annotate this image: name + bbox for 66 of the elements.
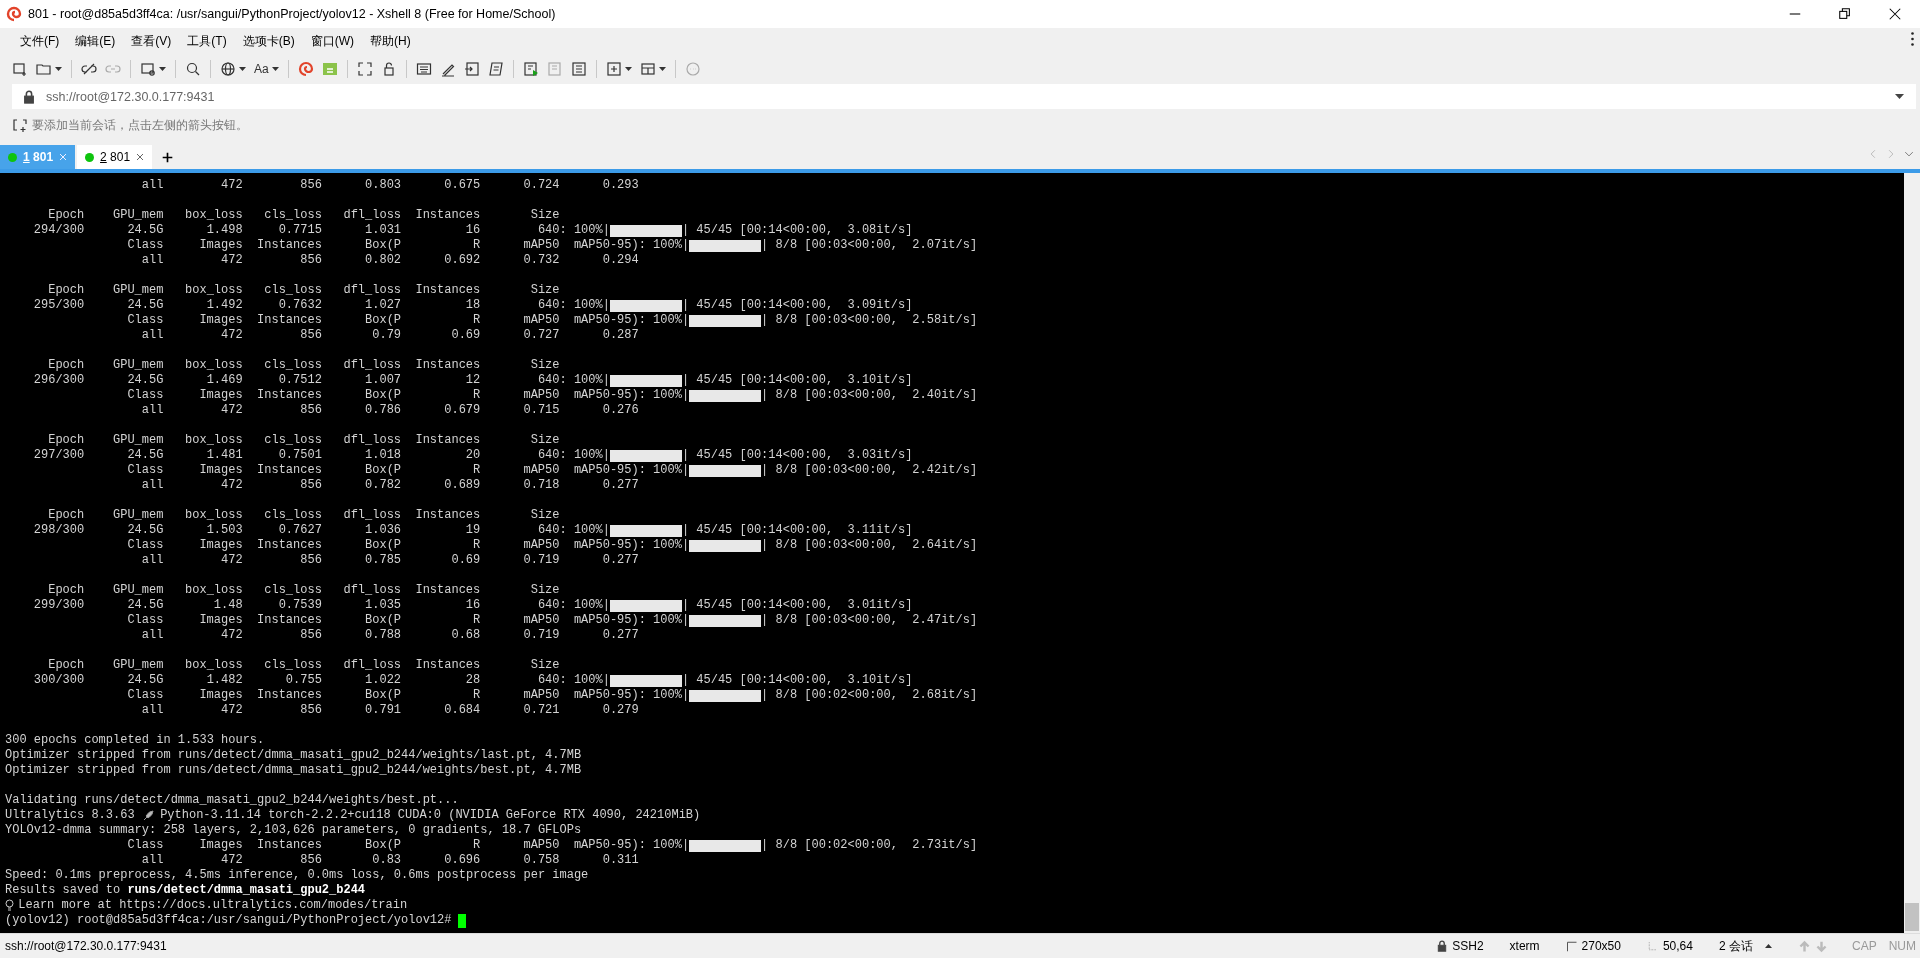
terminal-line: Results saved to runs/detect/dmma_masati_gpu2_b244 bbox=[5, 883, 366, 898]
terminal-line: all 472 856 0.782 0.689 0.718 0.277 bbox=[141, 478, 639, 493]
terminal-line: all 472 856 0.791 0.684 0.721 0.279 bbox=[141, 703, 639, 718]
terminal-line: Class Images Instances Box(P R mAP50 mAP50-95): 100%| bbox=[127, 238, 690, 253]
terminal-line: Optimizer stripped from runs/detect/dmma_masati_gpu2_b244/weights/best.pt, 4.7MB bbox=[5, 763, 582, 778]
key-indicator: NUM bbox=[1888, 939, 1916, 953]
terminal-line: | 8/8 [00:03<00:00, 2.40it/s] bbox=[761, 388, 978, 403]
terminal-line: 295/300 24.5G 1.492 0.7632 1.027 18 640: 100%| bbox=[33, 298, 610, 313]
terminal-line: Learn more at https://docs.ultralytics.com/modes/train bbox=[18, 898, 408, 913]
terminal-line: | 8/8 [00:03<00:00, 2.47it/s] bbox=[761, 613, 978, 628]
terminal-line: Python-3.11.14 torch-2.2.2+cu118 CUDA:0 (NVIDIA GeForce RTX 4090, 24210MiB) bbox=[160, 808, 701, 823]
terminal-line: Speed: 0.1ms preprocess, 4.5ms inference, 0.0ms loss, 0.6ms postprocess per image bbox=[5, 868, 589, 883]
terminal-line: | 8/8 [00:03<00:00, 2.07it/s] bbox=[761, 238, 978, 253]
terminal-line: Epoch GPU_mem box_loss cls_loss dfl_loss Instances Size bbox=[48, 583, 560, 598]
shell-prompt: (yolov12) root@d85a5d3ff4ca:/usr/sangui/PythonProject/yolov12# bbox=[5, 913, 452, 928]
terminal-line: | 45/45 [00:14<00:00, 3.08it/s] bbox=[681, 223, 913, 238]
terminal-line: | 45/45 [00:14<00:00, 3.11it/s] bbox=[681, 523, 913, 538]
terminal-line: Class Images Instances Box(P R mAP50 mAP50-95): 100%| bbox=[127, 838, 690, 853]
terminal-line: | 8/8 [00:02<00:00, 2.73it/s] bbox=[761, 838, 978, 853]
terminal-line: | 45/45 [00:14<00:00, 3.10it/s] bbox=[681, 673, 913, 688]
key-indicator: CAP bbox=[1852, 939, 1877, 953]
terminal-line: all 472 856 0.786 0.679 0.715 0.276 bbox=[141, 403, 639, 418]
status-address: ssh://root@172.30.0.177:9431 bbox=[5, 939, 168, 953]
terminal-line: 296/300 24.5G 1.469 0.7512 1.007 12 640: 100%| bbox=[33, 373, 610, 388]
terminal-line: all 472 856 0.802 0.692 0.732 0.294 bbox=[141, 253, 639, 268]
terminal-line: 297/300 24.5G 1.481 0.7501 1.018 20 640: 100%| bbox=[33, 448, 610, 463]
terminal-line: Class Images Instances Box(P R mAP50 mAP50-95): 100%| bbox=[127, 313, 690, 328]
cursor-position-label: 50,64 bbox=[1662, 939, 1693, 953]
terminal-line: Epoch GPU_mem box_loss cls_loss dfl_loss Instances Size bbox=[48, 433, 560, 448]
terminal-line: | 45/45 [00:14<00:00, 3.09it/s] bbox=[681, 298, 913, 313]
terminal-line: | 8/8 [00:02<00:00, 2.68it/s] bbox=[761, 688, 978, 703]
terminal-line: Epoch GPU_mem box_loss cls_loss dfl_loss Instances Size bbox=[48, 283, 560, 298]
terminal-line: Ultralytics 8.3.63 bbox=[5, 808, 135, 823]
terminal-line: Epoch GPU_mem box_loss cls_loss dfl_loss Instances Size bbox=[48, 508, 560, 523]
terminal-line: | 8/8 [00:03<00:00, 2.42it/s] bbox=[761, 463, 978, 478]
terminal-type-label: xterm bbox=[1509, 939, 1540, 953]
size-label: 270x50 bbox=[1581, 939, 1621, 953]
terminal-line: 300 epochs completed in 1.533 hours. bbox=[5, 733, 265, 748]
terminal-line: | 45/45 [00:14<00:00, 3.03it/s] bbox=[681, 448, 913, 463]
terminal-line: YOLOv12-dmma summary: 258 layers, 2,103,626 parameters, 0 gradients, 18.7 GFLOPs bbox=[5, 823, 582, 838]
terminal-line: Optimizer stripped from runs/detect/dmma_masati_gpu2_b244/weights/last.pt, 4.7MB bbox=[5, 748, 582, 763]
terminal-line: | 8/8 [00:03<00:00, 2.64it/s] bbox=[761, 538, 978, 553]
terminal-line: all 472 856 0.83 0.696 0.758 0.311 bbox=[141, 853, 639, 868]
terminal-line: | 45/45 [00:14<00:00, 3.01it/s] bbox=[681, 598, 913, 613]
window-title: 801 - root@d85a5d3ff4ca: /usr/sangui/PythonProject/yolov12 - Xshell 8 (Free for Home/School) bbox=[28, 7, 557, 21]
protocol-label: SSH2 bbox=[1452, 939, 1484, 953]
terminal-line: Class Images Instances Box(P R mAP50 mAP50-95): 100%| bbox=[127, 688, 690, 703]
terminal-line: Validating runs/detect/dmma_masati_gpu2_b244/weights/best.pt... bbox=[5, 793, 459, 808]
terminal-line: 294/300 24.5G 1.498 0.7715 1.031 16 640: 100%| bbox=[33, 223, 610, 238]
terminal-line: all 472 856 0.785 0.69 0.719 0.277 bbox=[141, 553, 639, 568]
terminal-line: Epoch GPU_mem box_loss cls_loss dfl_loss Instances Size bbox=[48, 658, 560, 673]
terminal-line: Class Images Instances Box(P R mAP50 mAP50-95): 100%| bbox=[127, 538, 690, 553]
terminal-line: Epoch GPU_mem box_loss cls_loss dfl_loss Instances Size bbox=[48, 208, 560, 223]
terminal-line: all 472 856 0.79 0.69 0.727 0.287 bbox=[141, 328, 639, 343]
terminal-line: | 45/45 [00:14<00:00, 3.10it/s] bbox=[681, 373, 913, 388]
terminal-line: all 472 856 0.788 0.68 0.719 0.277 bbox=[141, 628, 639, 643]
terminal-line: | 8/8 [00:03<00:00, 2.58it/s] bbox=[761, 313, 978, 328]
terminal-line: 300/300 24.5G 1.482 0.755 1.022 28 640: 100%| bbox=[33, 673, 610, 688]
terminal-line: Epoch GPU_mem box_loss cls_loss dfl_loss Instances Size bbox=[48, 358, 560, 373]
terminal-line: Class Images Instances Box(P R mAP50 mAP50-95): 100%| bbox=[127, 463, 690, 478]
terminal-line: 298/300 24.5G 1.503 0.7627 1.036 19 640: 100%| bbox=[33, 523, 610, 538]
terminal-line: all 472 856 0.803 0.675 0.724 0.293 bbox=[141, 178, 639, 193]
terminal-line: Class Images Instances Box(P R mAP50 mAP50-95): 100%| bbox=[127, 613, 690, 628]
hint-text: 要添加当前会话，点击左侧的箭头按钮。 bbox=[32, 116, 248, 134]
terminal-line: 299/300 24.5G 1.48 0.7539 1.035 16 640: 100%| bbox=[33, 598, 610, 613]
terminal-line: Class Images Instances Box(P R mAP50 mAP50-95): 100%| bbox=[127, 388, 690, 403]
